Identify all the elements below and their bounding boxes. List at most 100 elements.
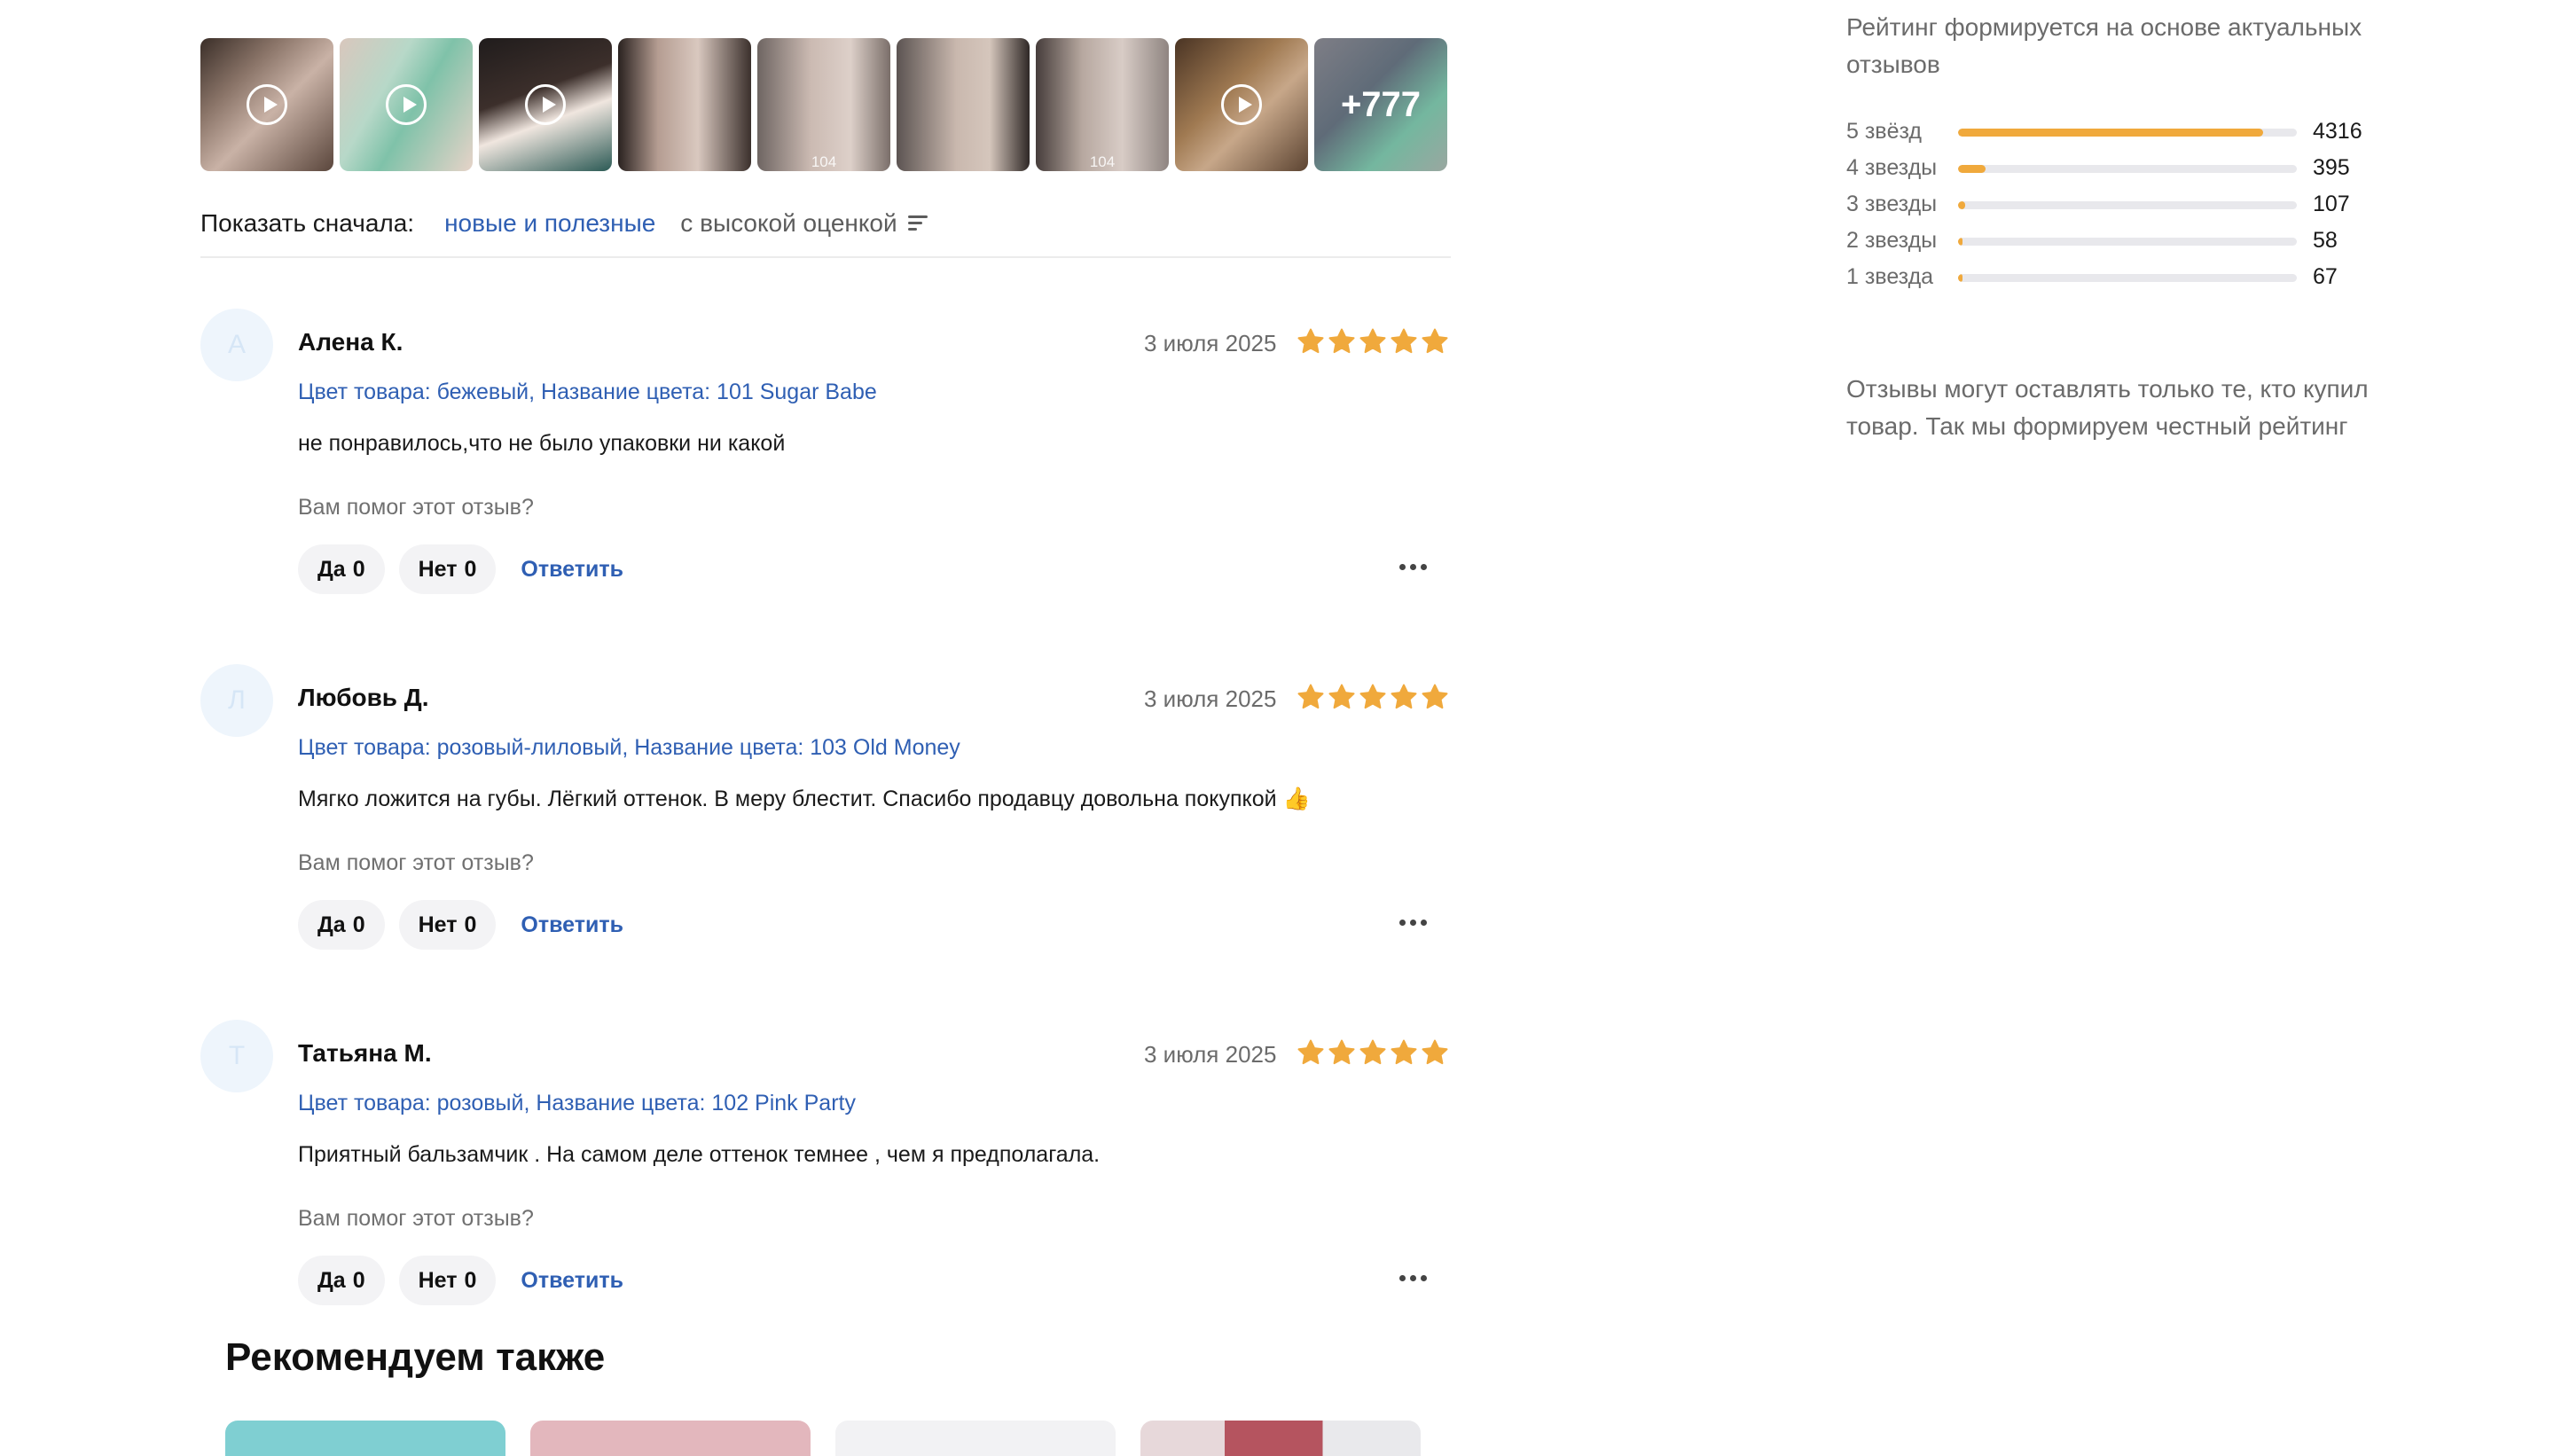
rating-info-note: Рейтинг формируется на основе актуальных… xyxy=(1846,13,2362,78)
star-icon xyxy=(1297,328,1324,354)
reviewer-name: Алена К. xyxy=(298,328,403,356)
recommend-card[interactable] xyxy=(225,1421,505,1456)
helpful-yes-button[interactable]: Да 0 xyxy=(298,544,385,594)
thumb-caption: 104 xyxy=(811,153,837,170)
avatar: А xyxy=(200,309,273,381)
star-icon xyxy=(1297,684,1324,709)
media-thumb-photo[interactable] xyxy=(897,38,1030,171)
rating-row-label: 2 звезды xyxy=(1846,228,1938,253)
divider xyxy=(200,256,1451,258)
rating-row: 2 звезды 58 xyxy=(1846,224,2378,261)
rating-bar-fill xyxy=(1958,165,1986,173)
reviews-page: 104 104 +777 Показать сначала: новые и п… xyxy=(0,0,2554,1456)
play-icon xyxy=(525,84,566,125)
sort-icon[interactable] xyxy=(907,215,928,231)
recommend-card[interactable] xyxy=(530,1421,811,1456)
helpful-no-button[interactable]: Нет 0 xyxy=(398,544,497,594)
helpful-question: Вам помог этот отзыв? xyxy=(298,495,534,520)
star-icon xyxy=(1391,328,1417,354)
star-icon xyxy=(1422,1039,1448,1065)
recommend-cards xyxy=(225,1421,1421,1456)
media-thumb-video[interactable] xyxy=(200,38,333,171)
media-thumb-more[interactable]: +777 xyxy=(1314,38,1447,171)
rating-row-label: 1 звезда xyxy=(1846,264,1934,289)
star-icon xyxy=(1422,328,1448,354)
sort-option-new-useful[interactable]: новые и полезные xyxy=(444,209,655,238)
rating-row-count: 4316 xyxy=(2313,119,2362,144)
no-count: 0 xyxy=(464,556,477,582)
no-count: 0 xyxy=(464,912,477,937)
helpful-yes-button[interactable]: Да 0 xyxy=(298,900,385,950)
more-options-icon[interactable] xyxy=(1399,1275,1427,1281)
rating-row-label: 5 звёзд xyxy=(1846,119,1922,144)
rating-row: 3 звезды 107 xyxy=(1846,188,2378,224)
product-variant: Цвет товара: розовый-лиловый, Название ц… xyxy=(298,735,960,760)
no-label: Нет xyxy=(418,912,458,937)
rating-row: 5 звёзд 4316 xyxy=(1846,115,2378,152)
sort-option-high-rating[interactable]: с высокой оценкой xyxy=(680,209,897,238)
thumb-caption: 104 xyxy=(1089,153,1116,170)
media-thumb-photo[interactable] xyxy=(618,38,751,171)
product-variant: Цвет товара: розовый, Название цвета: 10… xyxy=(298,1091,856,1115)
more-options-icon[interactable] xyxy=(1399,564,1427,570)
yes-label: Да xyxy=(317,1267,346,1293)
rating-bar-track xyxy=(1958,201,2297,209)
rating-distribution: 5 звёзд 4316 4 звезды 395 3 звезды 107 2… xyxy=(1846,115,2378,297)
media-thumb-photo[interactable]: 104 xyxy=(757,38,890,171)
review-card: А Алена К. 3 июля 2025 Цвет товара: беже… xyxy=(200,309,1451,628)
yes-count: 0 xyxy=(352,1267,365,1293)
reply-link[interactable]: Ответить xyxy=(521,1268,623,1294)
reviewer-name: Татьяна М. xyxy=(298,1039,432,1067)
rating-bar-track xyxy=(1958,165,2297,173)
review-card: Т Татьяна М. 3 июля 2025 Цвет товара: ро… xyxy=(200,1020,1451,1339)
play-icon xyxy=(1221,84,1262,125)
play-icon xyxy=(247,84,287,125)
review-actions: Да 0 Нет 0 Ответить xyxy=(298,1256,623,1305)
star-icon xyxy=(1359,328,1386,354)
rating-row: 4 звезды 395 xyxy=(1846,152,2378,188)
review-actions: Да 0 Нет 0 Ответить xyxy=(298,900,623,950)
review-card: Л Любовь Д. 3 июля 2025 Цвет товара: роз… xyxy=(200,664,1451,983)
reply-link[interactable]: Ответить xyxy=(521,557,623,583)
more-options-icon[interactable] xyxy=(1399,920,1427,926)
star-icon xyxy=(1297,1039,1324,1065)
helpful-no-button[interactable]: Нет 0 xyxy=(398,1256,497,1305)
product-variant: Цвет товара: бежевый, Название цвета: 10… xyxy=(298,380,877,404)
rating-bar-track xyxy=(1958,274,2297,282)
rating-row-count: 67 xyxy=(2313,264,2338,289)
recommend-title: Рекомендуем также xyxy=(225,1335,606,1379)
rating-bar-fill xyxy=(1958,129,2263,137)
play-icon xyxy=(386,84,427,125)
no-label: Нет xyxy=(418,1267,458,1293)
yes-count: 0 xyxy=(352,556,365,582)
rating-bar-fill xyxy=(1958,274,1963,282)
media-thumb-video[interactable] xyxy=(1175,38,1308,171)
no-count: 0 xyxy=(464,1267,477,1293)
rating-bar-track xyxy=(1958,129,2297,137)
review-stars xyxy=(1297,683,1449,711)
recommend-card[interactable] xyxy=(835,1421,1116,1456)
rating-row-count: 58 xyxy=(2313,228,2338,253)
star-icon xyxy=(1359,684,1386,709)
media-thumb-video[interactable] xyxy=(340,38,473,171)
recommend-card[interactable] xyxy=(1140,1421,1421,1456)
reviewer-name: Любовь Д. xyxy=(298,684,429,711)
review-stars xyxy=(1297,1038,1449,1067)
rating-row-label: 3 звезды xyxy=(1846,192,1938,216)
media-thumb-video[interactable] xyxy=(479,38,612,171)
helpful-no-button[interactable]: Нет 0 xyxy=(398,900,497,950)
star-icon xyxy=(1391,1039,1417,1065)
more-count: +777 xyxy=(1340,84,1422,124)
star-icon xyxy=(1359,1039,1386,1065)
review-actions: Да 0 Нет 0 Ответить xyxy=(298,544,623,594)
reply-link[interactable]: Ответить xyxy=(521,912,623,938)
review-text: Мягко ложится на губы. Лёгкий оттенок. В… xyxy=(298,787,1311,811)
rating-row: 1 звезда 67 xyxy=(1846,261,2378,297)
yes-count: 0 xyxy=(352,912,365,937)
helpful-yes-button[interactable]: Да 0 xyxy=(298,1256,385,1305)
rating-bar-track xyxy=(1958,238,2297,246)
avatar: Л xyxy=(200,664,273,737)
media-thumb-photo[interactable]: 104 xyxy=(1036,38,1169,171)
avatar: Т xyxy=(200,1020,273,1092)
media-gallery: 104 104 +777 xyxy=(200,38,1447,171)
